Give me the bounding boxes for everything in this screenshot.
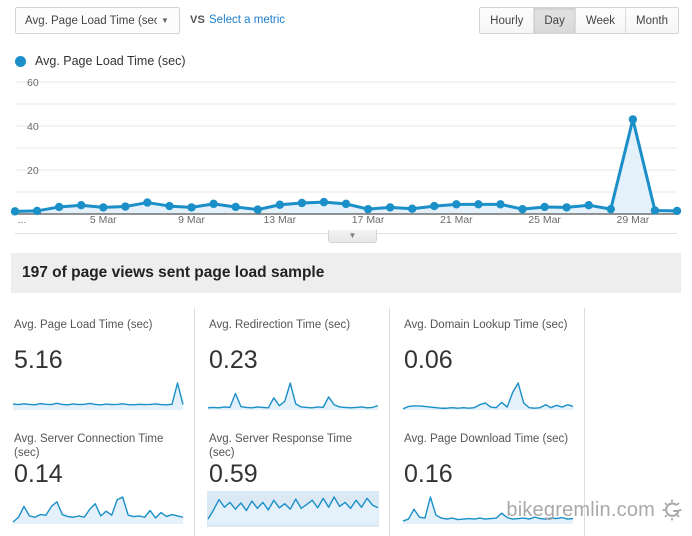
metric-card[interactable]: Avg. Server Connection Time (sec) 0.14 [0, 422, 195, 536]
period-button-hourly[interactable]: Hourly [480, 8, 535, 33]
vs-label: VS [190, 14, 206, 26]
time-granularity-group: Hourly Day Week Month [479, 7, 679, 34]
period-button-week[interactable]: Week [575, 8, 627, 33]
metric-card-value: 0.16 [404, 460, 453, 488]
page-load-sample-banner: 197 of page views sent page load sample [11, 253, 681, 293]
metric-select-dropdown[interactable]: Avg. Page Load Time (sec) ▼ [15, 7, 180, 34]
legend-series-dot-icon [15, 55, 26, 67]
metric-card-sparkline [402, 496, 574, 524]
x-axis-tick-label: 29 Mar [616, 214, 650, 226]
metric-card-sparkline [402, 382, 574, 410]
chevron-down-icon: ▼ [161, 15, 169, 25]
metric-card-sparkline [207, 496, 379, 524]
metric-card-sparkline [12, 496, 184, 524]
metric-card-title: Avg. Server Connection Time (sec) [14, 433, 164, 459]
page-load-sample-text: 197 of page views sent page load sample [22, 264, 325, 281]
select-a-metric-link[interactable]: Select a metric [209, 14, 285, 26]
chart-collapse-handle[interactable]: ▼ [328, 230, 377, 243]
metric-card[interactable]: Avg. Redirection Time (sec) 0.23 [195, 308, 390, 422]
metric-card-sparkline [12, 382, 184, 410]
x-axis-tick-label: 25 Mar [528, 214, 561, 226]
metric-card-value: 0.59 [209, 460, 258, 488]
metric-cards-grid: Avg. Page Load Time (sec) 5.16 Avg. Redire… [0, 308, 692, 536]
metric-card-value: 0.14 [14, 460, 63, 488]
metric-card[interactable]: Avg. Page Download Time (sec) 0.16 [390, 422, 585, 536]
svg-text:20: 20 [27, 165, 39, 177]
metric-card-title: Avg. Redirection Time (sec) [209, 319, 351, 331]
metric-card[interactable]: Avg. Domain Lookup Time (sec) 0.06 [390, 308, 585, 422]
metric-card-title: Avg. Page Download Time (sec) [404, 433, 569, 445]
metric-card-sparkline [207, 382, 379, 410]
x-axis-tick-label: 17 Mar [351, 214, 385, 226]
x-axis-tick-label: 9 Mar [178, 214, 205, 226]
svg-text:40: 40 [27, 121, 39, 133]
chart-legend[interactable]: Avg. Page Load Time (sec) [15, 53, 186, 69]
period-button-day[interactable]: Day [534, 8, 576, 33]
metric-card-value: 0.23 [209, 346, 258, 374]
x-axis-tick-label: 21 Mar [439, 214, 473, 226]
site-speed-report: Avg. Page Load Time (sec) ▼ VS Select a … [0, 0, 692, 536]
x-axis-tick-label: ... [17, 214, 27, 226]
svg-text:60: 60 [27, 77, 39, 89]
metric-select-value: Avg. Page Load Time (sec) [25, 14, 157, 27]
period-button-month[interactable]: Month [626, 8, 678, 33]
chevron-down-icon: ▼ [348, 231, 357, 240]
page-load-time-line-chart[interactable]: 20 40 60 [0, 76, 692, 226]
metric-card[interactable]: Avg. Server Response Time (sec) 0.59 [195, 422, 390, 536]
metric-card-title: Avg. Server Response Time (sec) [209, 433, 352, 459]
metric-card-value: 5.16 [14, 346, 63, 374]
metric-card-title: Avg. Page Load Time (sec) [14, 319, 153, 331]
x-axis-tick-label: 5 Mar [89, 214, 117, 226]
metric-card[interactable]: Avg. Page Load Time (sec) 5.16 [0, 308, 195, 422]
x-axis-tick-label: 13 Mar [263, 214, 297, 226]
legend-series-label: Avg. Page Load Time (sec) [35, 54, 186, 68]
report-toolbar: Avg. Page Load Time (sec) ▼ VS Select a … [0, 0, 692, 42]
metric-card-value: 0.06 [404, 346, 453, 374]
main-chart-svg: 20 40 60 [10, 77, 682, 216]
metric-card-title: Avg. Domain Lookup Time (sec) [404, 319, 568, 331]
